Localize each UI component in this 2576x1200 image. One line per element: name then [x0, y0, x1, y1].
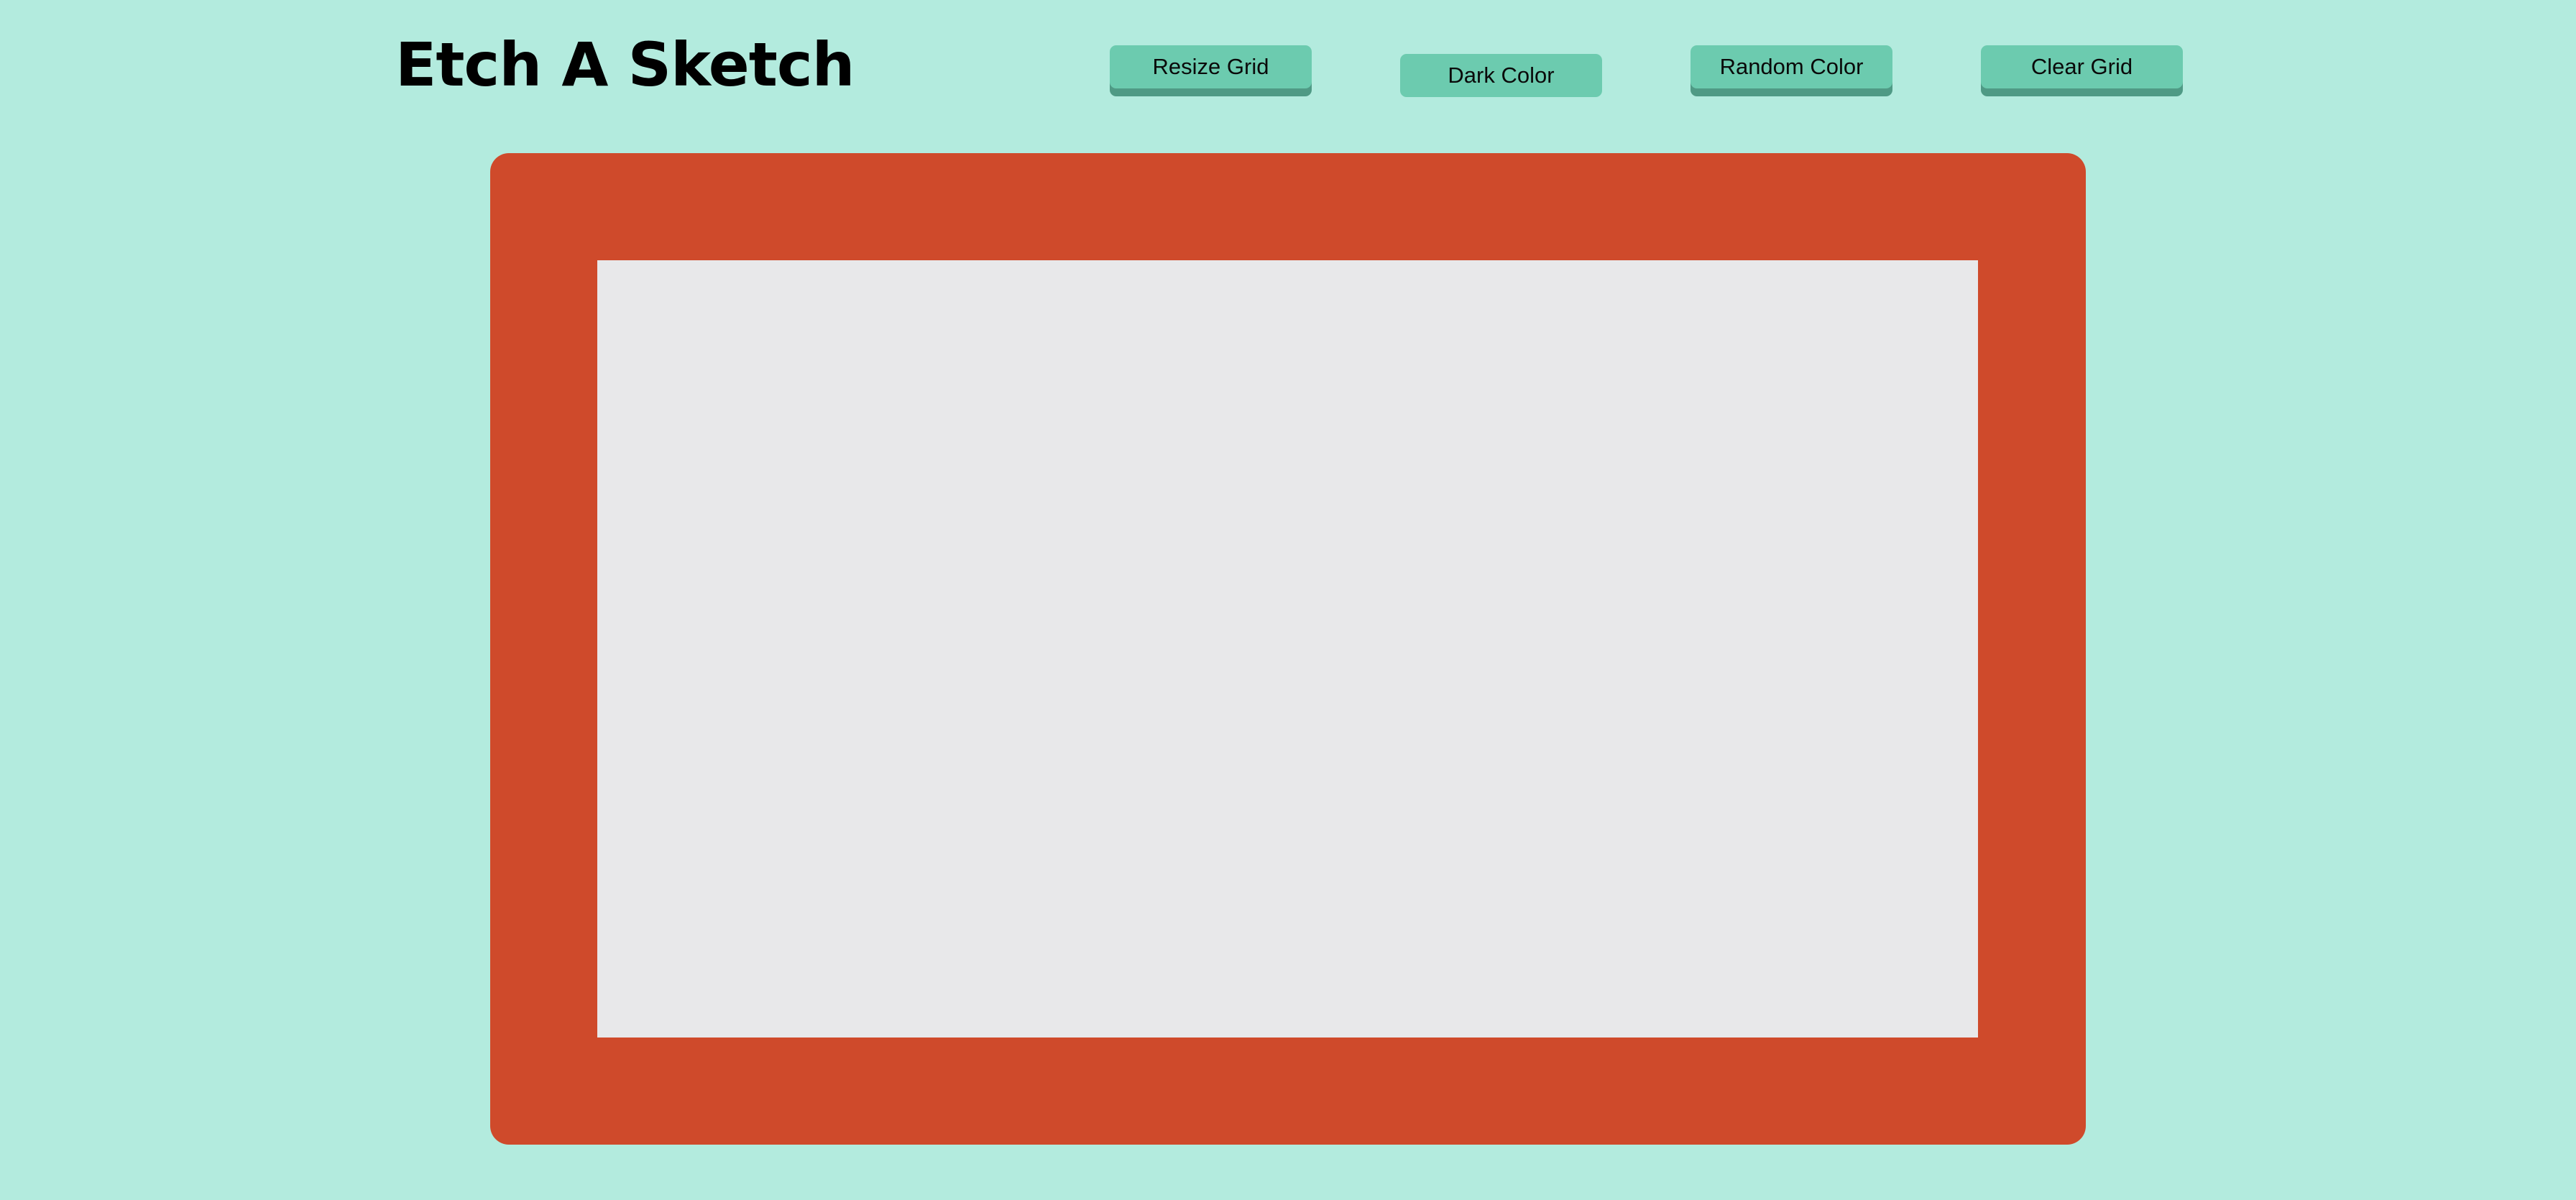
dark-color-button[interactable]: Dark Color [1400, 54, 1602, 97]
resize-grid-button[interactable]: Resize Grid [1110, 45, 1312, 88]
sketch-grid[interactable] [597, 260, 1978, 1038]
page-title: Etch A Sketch [395, 29, 855, 100]
clear-grid-button[interactable]: Clear Grid [1981, 45, 2183, 88]
sketch-frame [490, 153, 2086, 1145]
random-color-button[interactable]: Random Color [1690, 45, 1892, 88]
